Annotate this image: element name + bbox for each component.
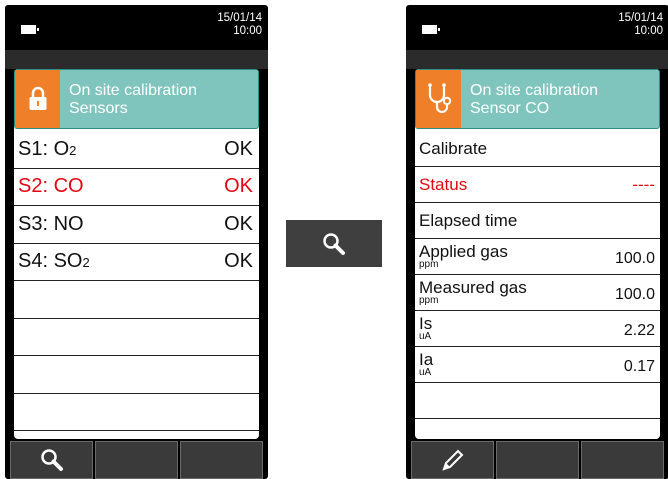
header-line2: Sensors [69, 100, 128, 117]
calibrate-label: Calibrate [419, 138, 488, 158]
title-strip [5, 50, 268, 69]
time-label: 10:00 [634, 25, 663, 37]
empty-row [14, 319, 259, 356]
sensor-detail-screen: On site calibration Sensor CO Calibrate … [415, 69, 660, 439]
status-label: Status [419, 174, 468, 194]
softkey-3[interactable] [581, 441, 664, 479]
elapsed-time-label: Elapsed time [419, 210, 518, 230]
sensor-list-screen: On site calibration Sensors S1: O2 OK S2… [14, 69, 259, 439]
edit-softkey[interactable] [411, 441, 494, 479]
sensor-row-s3[interactable]: S3: NO OK [14, 206, 259, 244]
screen-header: On site calibration Sensor CO [415, 69, 660, 129]
header-title: On site calibration Sensor CO [470, 82, 598, 118]
search-icon [40, 449, 63, 471]
softkey-2[interactable] [95, 441, 178, 479]
search-icon [323, 232, 345, 255]
sensor-row-s1[interactable]: S1: O2 OK [14, 131, 259, 169]
softkey-2[interactable] [496, 441, 579, 479]
softkey-bar [9, 441, 264, 479]
applied-gas-row: Applied gas ppm 100.0 [415, 239, 660, 275]
datetime: 15/01/14 10:00 [618, 12, 663, 38]
measurement-value: 100.0 [614, 286, 655, 303]
measurement-value: 100.0 [614, 250, 655, 267]
measurement-unit: uA [419, 367, 432, 378]
measurement-value: 0.17 [623, 358, 655, 375]
measurement-value: 2.22 [623, 322, 655, 339]
sensor-name: S4: SO 2 [18, 250, 90, 273]
calibrate-row[interactable]: Calibrate [415, 131, 660, 167]
empty-row [14, 281, 259, 319]
header-line1: On site calibration [470, 82, 599, 99]
sensor-list: S1: O2 OK S2: CO OK S3: NO OK S4: SO 2 OK [14, 131, 259, 431]
empty-row [14, 394, 259, 431]
sensor-status: OK [224, 250, 253, 273]
measurement-label: Is [419, 314, 433, 333]
softkey-bar [410, 441, 665, 479]
time-label: 10:00 [233, 25, 262, 37]
search-button[interactable] [286, 220, 382, 267]
sensor-name: S1: O2 [18, 137, 77, 160]
elapsed-time-row: Elapsed time [415, 203, 660, 239]
status-value: ---- [632, 174, 655, 194]
empty-row [415, 383, 660, 419]
right-device: 15/01/14 10:00 On site calibration Senso… [406, 5, 668, 479]
status-bar: 15/01/14 10:00 [5, 5, 268, 50]
detail-list: Calibrate Status ---- Elapsed time Appli… [415, 131, 660, 419]
header-line1: On site calibration [69, 82, 198, 99]
search-softkey[interactable] [10, 441, 93, 479]
datetime: 15/01/14 10:00 [217, 12, 262, 38]
sensor-status: OK [224, 212, 253, 235]
ia-current-row: Ia uA 0.17 [415, 347, 660, 383]
measurement-label: Ia [419, 350, 434, 369]
empty-row [14, 356, 259, 394]
title-strip [406, 50, 668, 69]
sensor-status: OK [224, 137, 253, 160]
sensor-status: OK [224, 175, 253, 198]
header-line2: Sensor CO [470, 100, 550, 117]
sensor-name: S3: NO [18, 212, 84, 235]
stethoscope-icon [416, 70, 461, 128]
battery-icon [422, 25, 440, 34]
date-label: 15/01/14 [618, 12, 663, 24]
lock-icon [15, 70, 60, 128]
status-row[interactable]: Status ---- [415, 167, 660, 203]
sensor-row-s2[interactable]: S2: CO OK [14, 169, 259, 206]
left-device: 15/01/14 10:00 On site calibration Senso… [5, 5, 268, 479]
pencil-icon [441, 449, 463, 471]
measured-gas-row: Measured gas ppm 100.0 [415, 275, 660, 311]
date-label: 15/01/14 [217, 12, 262, 24]
is-current-row: Is uA 2.22 [415, 311, 660, 347]
screen-header: On site calibration Sensors [14, 69, 259, 129]
header-title: On site calibration Sensors [69, 82, 197, 118]
sensor-row-s4[interactable]: S4: SO 2 OK [14, 244, 259, 281]
softkey-3[interactable] [180, 441, 263, 479]
status-bar: 15/01/14 10:00 [406, 5, 668, 50]
measurement-unit: uA [419, 331, 432, 342]
battery-icon [21, 25, 39, 34]
sensor-name: S2: CO [18, 175, 84, 198]
